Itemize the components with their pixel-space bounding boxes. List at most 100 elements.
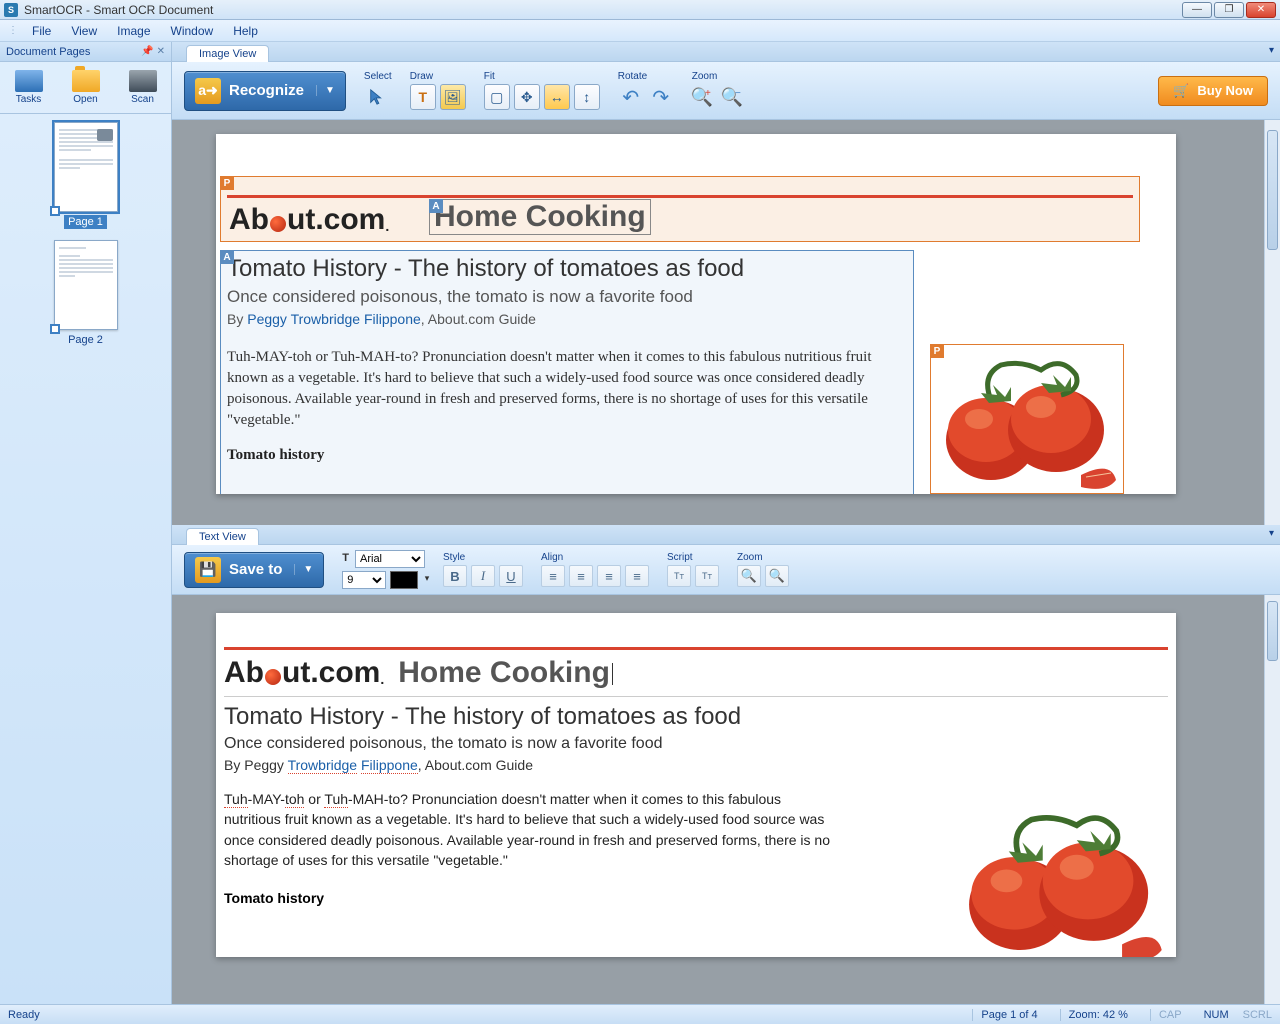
save-to-button[interactable]: 💾 Save to ▼ xyxy=(184,552,324,588)
align-left[interactable]: ≡ xyxy=(541,565,565,587)
recognize-button[interactable]: a➜ Recognize ▼ xyxy=(184,71,346,111)
article-headline[interactable]: Tomato History - The history of tomatoes… xyxy=(224,703,1168,731)
close-button[interactable]: ✕ xyxy=(1246,2,1276,18)
text-view-header: Text View ▾ xyxy=(172,525,1280,545)
text-caret xyxy=(612,663,613,685)
tomato-image xyxy=(931,345,1125,494)
rotate-right[interactable]: ↷ xyxy=(648,84,674,110)
font-size-select[interactable]: 9 xyxy=(342,571,386,589)
menu-window[interactable]: Window xyxy=(163,22,222,40)
article-paragraph[interactable]: Tuh-MAY-toh or Tuh-MAH-to? Pronunciation… xyxy=(224,789,834,870)
image-view-canvas[interactable]: P Abut.com. A Home Cooking A Tomato Hist… xyxy=(172,120,1280,525)
thumbnail-page-1[interactable]: Page 1 xyxy=(51,122,121,228)
underline-button[interactable]: U xyxy=(499,565,523,587)
tasks-button[interactable]: Tasks xyxy=(15,70,43,105)
page-image: P Abut.com. A Home Cooking A Tomato Hist… xyxy=(216,134,1176,494)
article-byline: By Peggy Trowbridge Filippone, About.com… xyxy=(227,311,907,329)
window-title: SmartOCR - Smart OCR Document xyxy=(24,3,1182,17)
status-cap: CAP xyxy=(1150,1009,1190,1021)
picture-zone-header[interactable]: P Abut.com. A Home Cooking xyxy=(220,176,1140,242)
article-section-heading: Tomato history xyxy=(227,447,907,464)
save-icon: 💾 xyxy=(195,557,221,583)
fit-both[interactable]: ✥ xyxy=(514,84,540,110)
sidebar-panel-header: Document Pages 📌 ✕ xyxy=(0,42,171,62)
buy-now-button[interactable]: 🛒 Buy Now xyxy=(1158,76,1268,106)
zoom-group: Zoom 🔍+ 🔍− xyxy=(692,71,748,110)
scan-button[interactable]: Scan xyxy=(129,70,157,105)
image-view-tab[interactable]: Image View xyxy=(186,45,269,62)
picture-zone-tomato[interactable]: P xyxy=(930,344,1124,494)
zoom-out[interactable]: 🔍− xyxy=(722,84,748,110)
vertical-scrollbar[interactable] xyxy=(1264,595,1280,1004)
subscript-button[interactable]: TT xyxy=(695,565,719,587)
text-view-tab[interactable]: Text View xyxy=(186,528,259,545)
scroll-thumb[interactable] xyxy=(1267,601,1278,661)
sidebar: Document Pages 📌 ✕ Tasks Open Scan Page … xyxy=(0,42,172,1004)
menu-image[interactable]: Image xyxy=(109,22,158,40)
scroll-thumb[interactable] xyxy=(1267,130,1278,250)
align-right[interactable]: ≡ xyxy=(597,565,621,587)
superscript-button[interactable]: TT xyxy=(667,565,691,587)
tomato-image xyxy=(952,797,1172,957)
text-view-canvas[interactable]: Abut.com. Home Cooking Tomato History - … xyxy=(172,595,1280,1004)
zone-tag-a: A xyxy=(220,250,234,264)
fit-height[interactable]: ↕ xyxy=(574,84,600,110)
select-group: Select xyxy=(364,71,392,110)
maximize-button[interactable]: ❐ xyxy=(1214,2,1244,18)
author-link[interactable]: Peggy Trowbridge Filippone xyxy=(247,311,421,327)
collapse-pane-icon[interactable]: ▾ xyxy=(1269,528,1274,539)
fit-group: Fit ▢ ✥ ↔ ↕ xyxy=(484,71,600,110)
bold-button[interactable]: B xyxy=(443,565,467,587)
zoom-in[interactable]: 🔍+ xyxy=(692,84,718,110)
minimize-button[interactable]: — xyxy=(1182,2,1212,18)
open-label: Open xyxy=(73,94,97,105)
style-group: Style B I U xyxy=(443,552,523,587)
font-controls: T Arial 9 xyxy=(342,550,425,589)
fit-page[interactable]: ▢ xyxy=(484,84,510,110)
fit-width[interactable]: ↔ xyxy=(544,84,570,110)
thumbnail-page-2[interactable]: Page 2 xyxy=(51,240,121,346)
collapse-pane-icon[interactable]: ▾ xyxy=(1269,45,1274,56)
font-family-select[interactable]: Arial xyxy=(355,550,425,568)
align-justify[interactable]: ≡ xyxy=(625,565,649,587)
text-zone-article[interactable]: A Tomato History - The history of tomato… xyxy=(220,250,914,494)
article-byline[interactable]: By Peggy Trowbridge Filippone, About.com… xyxy=(224,757,1168,773)
tasks-icon xyxy=(15,70,43,92)
text-zoom-in[interactable]: 🔍 xyxy=(737,565,761,587)
vertical-scrollbar[interactable] xyxy=(1264,120,1280,525)
draw-text-zone[interactable]: T xyxy=(410,84,436,110)
status-page: Page 1 of 4 xyxy=(972,1009,1045,1021)
recognize-dropdown-icon[interactable]: ▼ xyxy=(316,85,335,96)
menu-help[interactable]: Help xyxy=(225,22,266,40)
rotate-group: Rotate ↶ ↷ xyxy=(618,71,674,110)
align-center[interactable]: ≡ xyxy=(569,565,593,587)
tasks-label: Tasks xyxy=(16,94,42,105)
recognize-icon: a➜ xyxy=(195,78,221,104)
menu-grip-icon: ⋮ xyxy=(6,25,20,36)
rotate-left[interactable]: ↶ xyxy=(618,84,644,110)
window-controls: — ❐ ✕ xyxy=(1182,2,1276,18)
pointer-tool[interactable] xyxy=(364,84,390,110)
status-scrl: SCRL xyxy=(1243,1009,1272,1021)
menu-view[interactable]: View xyxy=(63,22,105,40)
zone-tag-p: P xyxy=(220,176,234,190)
open-button[interactable]: Open xyxy=(72,70,100,105)
thumbnail-label: Page 2 xyxy=(68,334,103,346)
titlebar: S SmartOCR - Smart OCR Document — ❐ ✕ xyxy=(0,0,1280,20)
article-subhead[interactable]: Once considered poisonous, the tomato is… xyxy=(224,735,1168,753)
font-color-picker[interactable] xyxy=(390,571,418,589)
save-to-dropdown-icon[interactable]: ▼ xyxy=(294,564,313,575)
menu-file[interactable]: File xyxy=(24,22,59,40)
select-label: Select xyxy=(364,71,392,82)
italic-button[interactable]: I xyxy=(471,565,495,587)
article-paragraph: Tuh-MAY-toh or Tuh-MAH-to? Pronunciation… xyxy=(227,347,907,431)
pin-icon[interactable]: 📌 ✕ xyxy=(141,46,165,57)
menubar: ⋮ File View Image Window Help xyxy=(0,20,1280,42)
draw-image-zone[interactable]: 🖼 xyxy=(440,84,466,110)
align-group: Align ≡ ≡ ≡ ≡ xyxy=(541,552,649,587)
text-zoom-group: Zoom 🔍 🔍 xyxy=(737,552,789,587)
text-zone-section[interactable]: A Home Cooking xyxy=(429,199,651,235)
site-section: Home Cooking xyxy=(434,200,646,233)
text-page: Abut.com. Home Cooking Tomato History - … xyxy=(216,613,1176,957)
text-zoom-out[interactable]: 🔍 xyxy=(765,565,789,587)
